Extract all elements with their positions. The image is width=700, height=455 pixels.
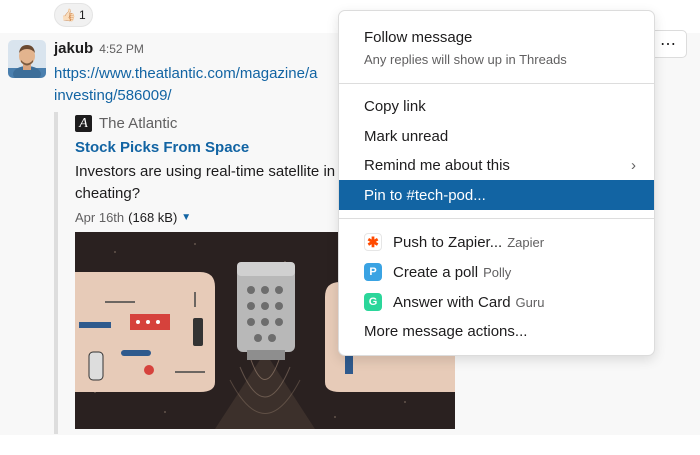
message-timestamp[interactable]: 4:52 PM (99, 42, 144, 56)
unfurl-size: (168 kB) (128, 210, 178, 225)
polly-app-name: Polly (483, 264, 512, 280)
chevron-right-icon: › (631, 156, 636, 174)
menu-item-push-to-zapier[interactable]: ✱ Push to Zapier... Zapier (339, 227, 654, 257)
unfurl-title[interactable]: Stock Picks From Space (75, 139, 249, 156)
card-action-label: Answer with Card (393, 293, 511, 311)
copy-link-label: Copy link (364, 97, 426, 115)
mark-unread-label: Mark unread (364, 127, 449, 145)
menu-item-create-poll[interactable]: P Create a poll Polly (339, 257, 654, 287)
pin-label: Pin to #tech-pod... (364, 186, 486, 204)
poll-action-label: Create a poll (393, 263, 479, 281)
message-link[interactable]: https://www.theatlantic.com/magazine/a i… (54, 63, 339, 107)
guru-icon: G (364, 293, 382, 311)
unfurl-meta: Apr 16th (168 kB) ▼ (75, 210, 191, 225)
follow-message-label: Follow message (364, 29, 473, 46)
menu-item-pin[interactable]: Pin to #tech-pod... (339, 180, 654, 210)
message-actions-menu: Follow message Any replies will show up … (338, 10, 655, 356)
author-name[interactable]: jakub (54, 40, 93, 57)
menu-divider (339, 218, 654, 219)
unfurl-description: Investors are using real-time satellite … (75, 161, 375, 205)
zapier-icon: ✱ (364, 233, 382, 251)
guru-app-name: Guru (515, 294, 545, 310)
menu-item-answer-with-card[interactable]: G Answer with Card Guru (339, 287, 654, 317)
menu-item-mark-unread[interactable]: Mark unread (339, 121, 654, 151)
menu-item-remind[interactable]: Remind me about this › (339, 150, 654, 180)
menu-divider (339, 83, 654, 84)
zapier-app-name: Zapier (507, 234, 545, 250)
menu-item-copy-link[interactable]: Copy link (339, 91, 654, 121)
link-line-2[interactable]: investing/586009/ (54, 85, 339, 107)
unfurl-description-line-2: cheating? (75, 185, 141, 202)
reaction-count: 1 (78, 8, 86, 22)
more-actions-button[interactable]: ⋯ (650, 30, 687, 58)
caret-down-icon[interactable]: ▼ (181, 212, 191, 223)
link-line-1[interactable]: https://www.theatlantic.com/magazine/a (54, 63, 339, 85)
unfurl-description-line-1: Investors are using real-time satellite … (75, 163, 336, 180)
polly-icon: P (364, 263, 382, 281)
the-atlantic-logo-icon: A (75, 115, 92, 132)
unfurl-service-name: The Atlantic (99, 115, 178, 132)
reaction-thumbs-up[interactable]: 👍🏻 1 (54, 3, 93, 27)
more-actions-label: More message actions... (364, 322, 528, 340)
follow-message-subtitle: Any replies will show up in Threads (364, 52, 567, 67)
more-actions-icon: ⋯ (660, 36, 677, 53)
avatar[interactable] (8, 40, 46, 78)
zapier-action-label: Push to Zapier... (393, 233, 503, 251)
menu-item-follow-message[interactable]: Follow message Any replies will show up … (339, 19, 654, 75)
menu-item-more-actions[interactable]: More message actions... (339, 316, 654, 346)
remind-label: Remind me about this (364, 156, 510, 174)
unfurl-date: Apr 16th (75, 210, 125, 225)
thumbs-up-emoji: 👍🏻 (61, 8, 76, 22)
